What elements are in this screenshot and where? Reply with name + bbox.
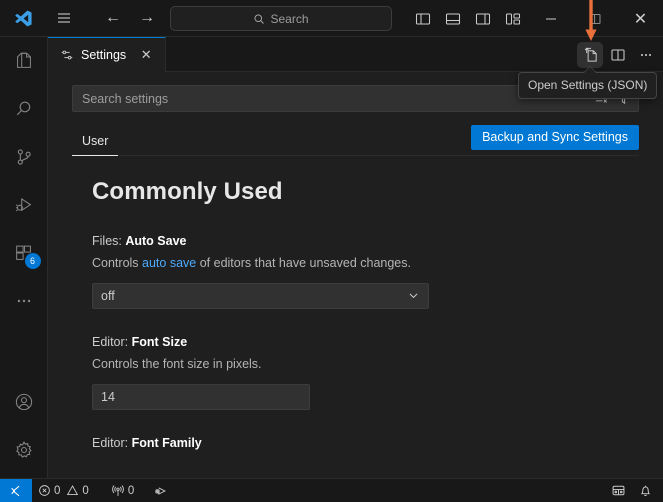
error-count: 0: [54, 484, 61, 497]
go-back-button[interactable]: ←: [100, 5, 126, 31]
font-size-input[interactable]: [92, 383, 310, 410]
navigation-controls: ← →: [100, 5, 160, 31]
settings-list: Commonly Used Files: Auto Save Controls …: [48, 156, 663, 450]
command-center-label: Search: [270, 11, 309, 26]
chevron-down-icon: [407, 289, 420, 302]
warning-count: 0: [82, 484, 89, 497]
settings-scope-row: User Backup and Sync Settings: [72, 124, 639, 156]
settings-search-placeholder: Search settings: [82, 91, 169, 106]
desc-part-before: Controls: [92, 256, 143, 270]
warning-triangle-icon: [66, 484, 79, 497]
bell-icon: [638, 483, 653, 498]
tooltip-open-settings-json: Open Settings (JSON): [518, 66, 658, 99]
error-circle-icon: [38, 484, 51, 497]
setting-title-editor-font-family: Editor: Font Family: [92, 436, 639, 450]
auto-save-dropdown[interactable]: off: [92, 282, 429, 309]
customize-layout-icon[interactable]: [498, 0, 528, 37]
vscode-logo-icon: [0, 0, 46, 37]
status-notifications[interactable]: [632, 479, 659, 502]
settings-gear-sliders-icon: [60, 48, 74, 62]
gear-icon[interactable]: [0, 426, 48, 474]
go-forward-button[interactable]: →: [134, 5, 160, 31]
sidebar-item-extensions[interactable]: 6: [0, 229, 48, 277]
setting-row-editor-font-family: Editor: Font Family: [92, 436, 639, 450]
split-editor-button[interactable]: [605, 42, 631, 68]
tab-bar: Settings ✕: [48, 37, 663, 72]
feedback-smiley-icon: [611, 483, 626, 498]
setting-title-editor-font-size: Editor: Font Size: [92, 335, 639, 349]
setting-name: Font Family: [131, 435, 202, 450]
close-tab-button[interactable]: ✕: [137, 46, 155, 64]
setting-category: Editor:: [92, 435, 132, 450]
accounts-button[interactable]: [0, 378, 48, 426]
titlebar-right-group: ✕: [408, 0, 663, 37]
toggle-secondary-sidebar-icon[interactable]: [468, 0, 498, 37]
sidebar-item-explorer[interactable]: [0, 37, 48, 85]
activity-bar: 6: [0, 37, 48, 478]
setting-row-files-auto-save: Files: Auto Save Controls auto save of e…: [92, 234, 639, 309]
status-bar-right: [605, 479, 663, 502]
sidebar-item-additional-views[interactable]: [0, 277, 48, 325]
status-live-share[interactable]: [148, 479, 174, 502]
remote-window-indicator[interactable]: [0, 478, 32, 502]
setting-name: Font Size: [131, 334, 188, 349]
editor-area: Settings ✕ Search settings User Backup a…: [48, 37, 663, 478]
status-feedback[interactable]: [605, 479, 632, 502]
toggle-panel-icon[interactable]: [438, 0, 468, 37]
settings-editor: Search settings User Backup and Sync Set…: [48, 72, 663, 478]
maximize-button[interactable]: [573, 0, 618, 37]
sidebar-item-search[interactable]: [0, 85, 48, 133]
close-window-button[interactable]: ✕: [618, 0, 663, 37]
setting-row-editor-font-size: Editor: Font Size Controls the font size…: [92, 335, 639, 410]
setting-description-files-auto-save: Controls auto save of editors that have …: [92, 255, 639, 272]
setting-description-editor-font-size: Controls the font size in pixels.: [92, 356, 262, 371]
command-center-search[interactable]: Search: [170, 6, 392, 31]
open-settings-json-button[interactable]: [577, 41, 603, 68]
backup-and-sync-settings-button[interactable]: Backup and Sync Settings: [471, 125, 639, 150]
status-ports[interactable]: 0: [105, 479, 140, 502]
tab-user-settings[interactable]: User: [72, 134, 119, 156]
sidebar-item-run-and-debug[interactable]: [0, 181, 48, 229]
status-problems[interactable]: 0 0: [32, 479, 95, 502]
activity-bar-bottom: [0, 378, 48, 478]
ports-radio-tower-icon: [111, 484, 125, 498]
minimize-button[interactable]: [528, 0, 573, 37]
extensions-badge: 6: [24, 253, 41, 269]
setting-title-files-auto-save: Files: Auto Save: [92, 234, 639, 248]
more-editor-actions-button[interactable]: [633, 42, 659, 68]
tab-label: Settings: [81, 48, 127, 62]
sidebar-item-source-control[interactable]: [0, 133, 48, 181]
live-share-icon: [154, 484, 168, 498]
status-bar: 0 0 0: [0, 478, 663, 502]
auto-save-value: off: [101, 288, 115, 303]
auto-save-link[interactable]: auto save: [142, 256, 196, 270]
title-bar: ← → Search ✕: [0, 0, 663, 37]
setting-category: Editor:: [92, 334, 132, 349]
vscode-window: ← → Search ✕ 6 Settings ✕ Search setting…: [0, 0, 663, 502]
hamburger-menu-icon[interactable]: [46, 0, 82, 37]
desc-part-after: of editors that have unsaved changes.: [196, 256, 411, 270]
toggle-primary-sidebar-icon[interactable]: [408, 0, 438, 37]
setting-name: Auto Save: [125, 234, 187, 248]
settings-group-title: Commonly Used: [92, 178, 283, 205]
search-icon: [253, 13, 265, 25]
ports-count: 0: [127, 484, 135, 497]
setting-category: Files:: [92, 234, 126, 248]
tab-settings[interactable]: Settings ✕: [48, 37, 167, 72]
